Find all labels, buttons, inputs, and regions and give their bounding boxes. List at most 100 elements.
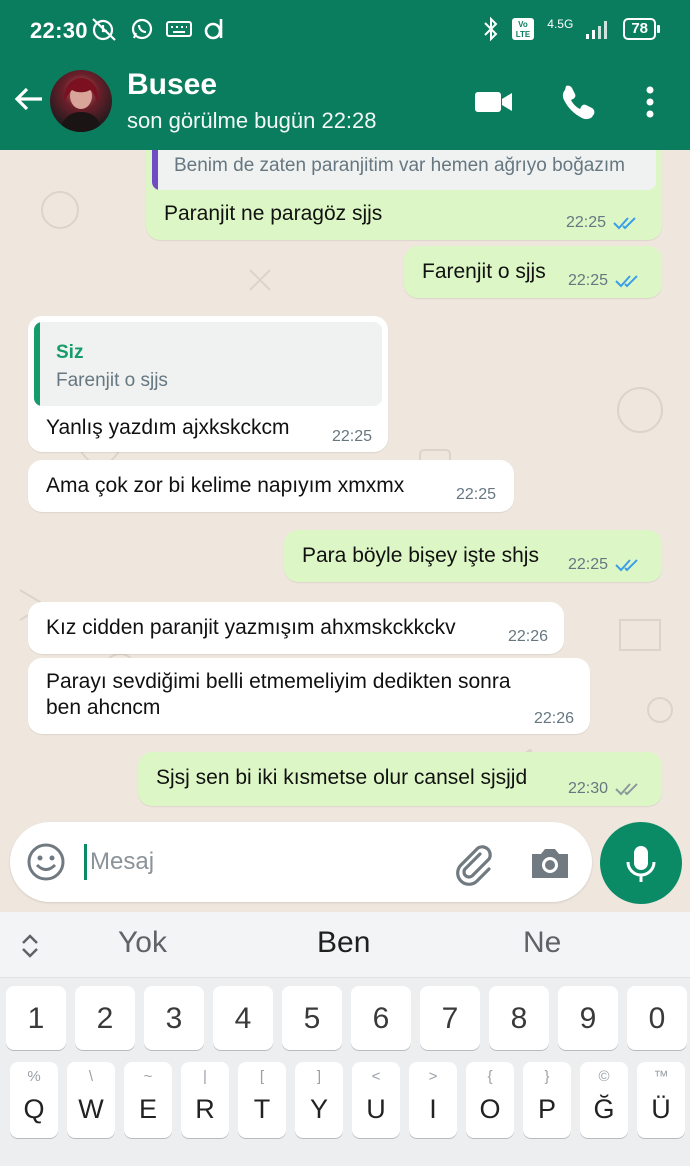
- key-hint: ™: [653, 1068, 669, 1085]
- contact-avatar[interactable]: [50, 70, 112, 132]
- key-q[interactable]: % Q: [10, 1062, 58, 1138]
- message-text-line: ben ahcncm: [46, 696, 161, 719]
- attach-icon[interactable]: [450, 840, 496, 886]
- message-time: 22:25: [568, 556, 609, 573]
- network-type: 4.5G: [547, 17, 574, 31]
- key-label: 2: [96, 1002, 114, 1035]
- back-arrow-icon[interactable]: [12, 82, 46, 116]
- message-text: Farenjit o sjjs: [422, 260, 546, 283]
- message-text: Para böyle bişey işte shjs: [302, 544, 539, 567]
- keyboard-notification-icon: [166, 21, 192, 37]
- message-time: 22:30: [568, 780, 609, 797]
- key-9[interactable]: 9: [558, 986, 618, 1050]
- key-t[interactable]: [T: [238, 1062, 286, 1138]
- key-w[interactable]: \ W: [67, 1062, 115, 1138]
- message-time: 22:26: [508, 628, 549, 645]
- key-label: U: [366, 1094, 386, 1124]
- key-8[interactable]: 8: [489, 986, 549, 1050]
- message-text: Paranjit ne paragöz sjjs: [164, 202, 383, 225]
- quoted-message-text: Benim de zaten paranjitim var hemen ağrı…: [174, 155, 625, 176]
- key-7[interactable]: 7: [420, 986, 480, 1050]
- battery-indicator: 78: [623, 18, 660, 40]
- voice-call-icon[interactable]: [556, 80, 600, 124]
- suggestion-word[interactable]: Ben: [317, 926, 370, 960]
- message-bubble-incoming[interactable]: Kız cidden paranjit yazmışım ahxmskckkck…: [28, 602, 564, 654]
- key-label: E: [138, 1094, 157, 1124]
- message-bubble-outgoing[interactable]: Farenjit o sjjs 22:25: [404, 246, 662, 298]
- key-y[interactable]: ] Y: [295, 1062, 343, 1138]
- quoted-message-text: Farenjit o sjjs: [56, 370, 168, 391]
- key-2[interactable]: 2: [75, 986, 135, 1050]
- svg-text:Vo: Vo: [518, 20, 528, 29]
- contact-name[interactable]: Busee: [127, 68, 217, 102]
- message-bubble-incoming[interactable]: Siz Farenjit o sjjs Yanlış yazdım ajxksk…: [28, 316, 388, 452]
- more-options-icon[interactable]: [628, 80, 672, 124]
- message-input[interactable]: [90, 836, 410, 888]
- key-label: I: [429, 1094, 437, 1124]
- key-p[interactable]: } P: [523, 1062, 571, 1138]
- volte-icon: VoLTE: [512, 18, 535, 40]
- key-u[interactable]: < U: [352, 1062, 400, 1138]
- message-bubble-outgoing[interactable]: Benim de zaten paranjitim var hemen ağrı…: [146, 150, 662, 240]
- quoted-message[interactable]: Benim de zaten paranjitim var hemen ağrı…: [152, 150, 656, 190]
- video-call-icon[interactable]: [472, 80, 516, 124]
- message-bubble-incoming[interactable]: Ama çok zor bi kelime napıyım xmxmx 22:2…: [28, 460, 514, 512]
- muted-alarm-icon: [92, 18, 116, 41]
- compose-box[interactable]: [10, 822, 592, 902]
- key-i[interactable]: > I: [409, 1062, 457, 1138]
- key-label: T: [253, 1094, 271, 1124]
- message-text: Yanlış yazdım ajxkskckcm: [46, 416, 290, 439]
- message-time: 22:25: [456, 486, 497, 503]
- key-3[interactable]: 3: [144, 986, 204, 1050]
- key-label: Y: [309, 1094, 328, 1124]
- key-hint: <: [371, 1068, 381, 1085]
- camera-icon[interactable]: [528, 842, 572, 884]
- key-ü[interactable]: ™ Ü: [637, 1062, 685, 1138]
- key-hint: |: [203, 1068, 207, 1085]
- key-hint: %: [27, 1068, 41, 1085]
- key-label: Ğ: [593, 1094, 615, 1124]
- key-label: Q: [23, 1094, 45, 1124]
- key-label: 6: [372, 1002, 390, 1035]
- key-label: 9: [579, 1002, 597, 1035]
- read-receipt-icon: [615, 275, 638, 288]
- message-list[interactable]: Benim de zaten paranjitim var hemen ağrı…: [0, 150, 690, 812]
- suggestion-word[interactable]: Yok: [118, 926, 167, 960]
- key-label: P: [537, 1094, 556, 1124]
- message-bubble-outgoing[interactable]: Sjsj sen bi iki kısmetse olur cansel sjs…: [138, 752, 662, 806]
- message-bubble-incoming[interactable]: Parayı sevdiğimi belli etmemeliyim dedik…: [28, 658, 590, 734]
- key-o[interactable]: {O: [466, 1062, 514, 1138]
- mic-icon: [626, 846, 656, 882]
- key-6[interactable]: 6: [351, 986, 411, 1050]
- key-hint: ©: [598, 1068, 610, 1085]
- key-label: 0: [648, 1002, 666, 1035]
- message-text: Ama çok zor bi kelime napıyım xmxmx: [46, 474, 405, 497]
- message-time: 22:26: [534, 710, 575, 727]
- key-4[interactable]: 4: [213, 986, 273, 1050]
- message-bubble-outgoing[interactable]: Para böyle bişey işte shjs 22:25: [284, 530, 662, 582]
- suggestion-expand-icon[interactable]: [18, 932, 42, 960]
- whatsapp-notification-icon: [131, 18, 153, 40]
- key-label: 1: [27, 1002, 45, 1035]
- read-receipt-icon: [613, 217, 636, 230]
- key-1[interactable]: 1: [6, 986, 66, 1050]
- suggestion-word[interactable]: Ne: [523, 926, 561, 960]
- key-5[interactable]: 5: [282, 986, 342, 1050]
- key-0[interactable]: 0: [627, 986, 687, 1050]
- key-label: Ü: [651, 1094, 671, 1124]
- key-label: W: [78, 1094, 104, 1124]
- quoted-message[interactable]: Siz Farenjit o sjjs: [34, 322, 382, 406]
- key-label: 5: [303, 1002, 321, 1035]
- key-e[interactable]: ~ E: [124, 1062, 172, 1138]
- key-ğ[interactable]: © Ğ: [580, 1062, 628, 1138]
- on-screen-keyboard: Yok Ben Ne 1 2 3 4 5 6 7 8 9 0% Q \ W ~ E | R[T] Y < U > I{O}…: [0, 912, 690, 1166]
- key-hint: ]: [316, 1068, 322, 1085]
- message-time: 22:25: [566, 214, 607, 231]
- key-hint: ~: [143, 1068, 153, 1085]
- quoted-sender-name: Siz: [56, 342, 84, 363]
- status-time: 22:30: [30, 18, 88, 43]
- key-r[interactable]: | R: [181, 1062, 229, 1138]
- emoji-icon[interactable]: [26, 842, 66, 882]
- voice-message-button[interactable]: [600, 822, 682, 904]
- svg-text:LTE: LTE: [516, 30, 531, 39]
